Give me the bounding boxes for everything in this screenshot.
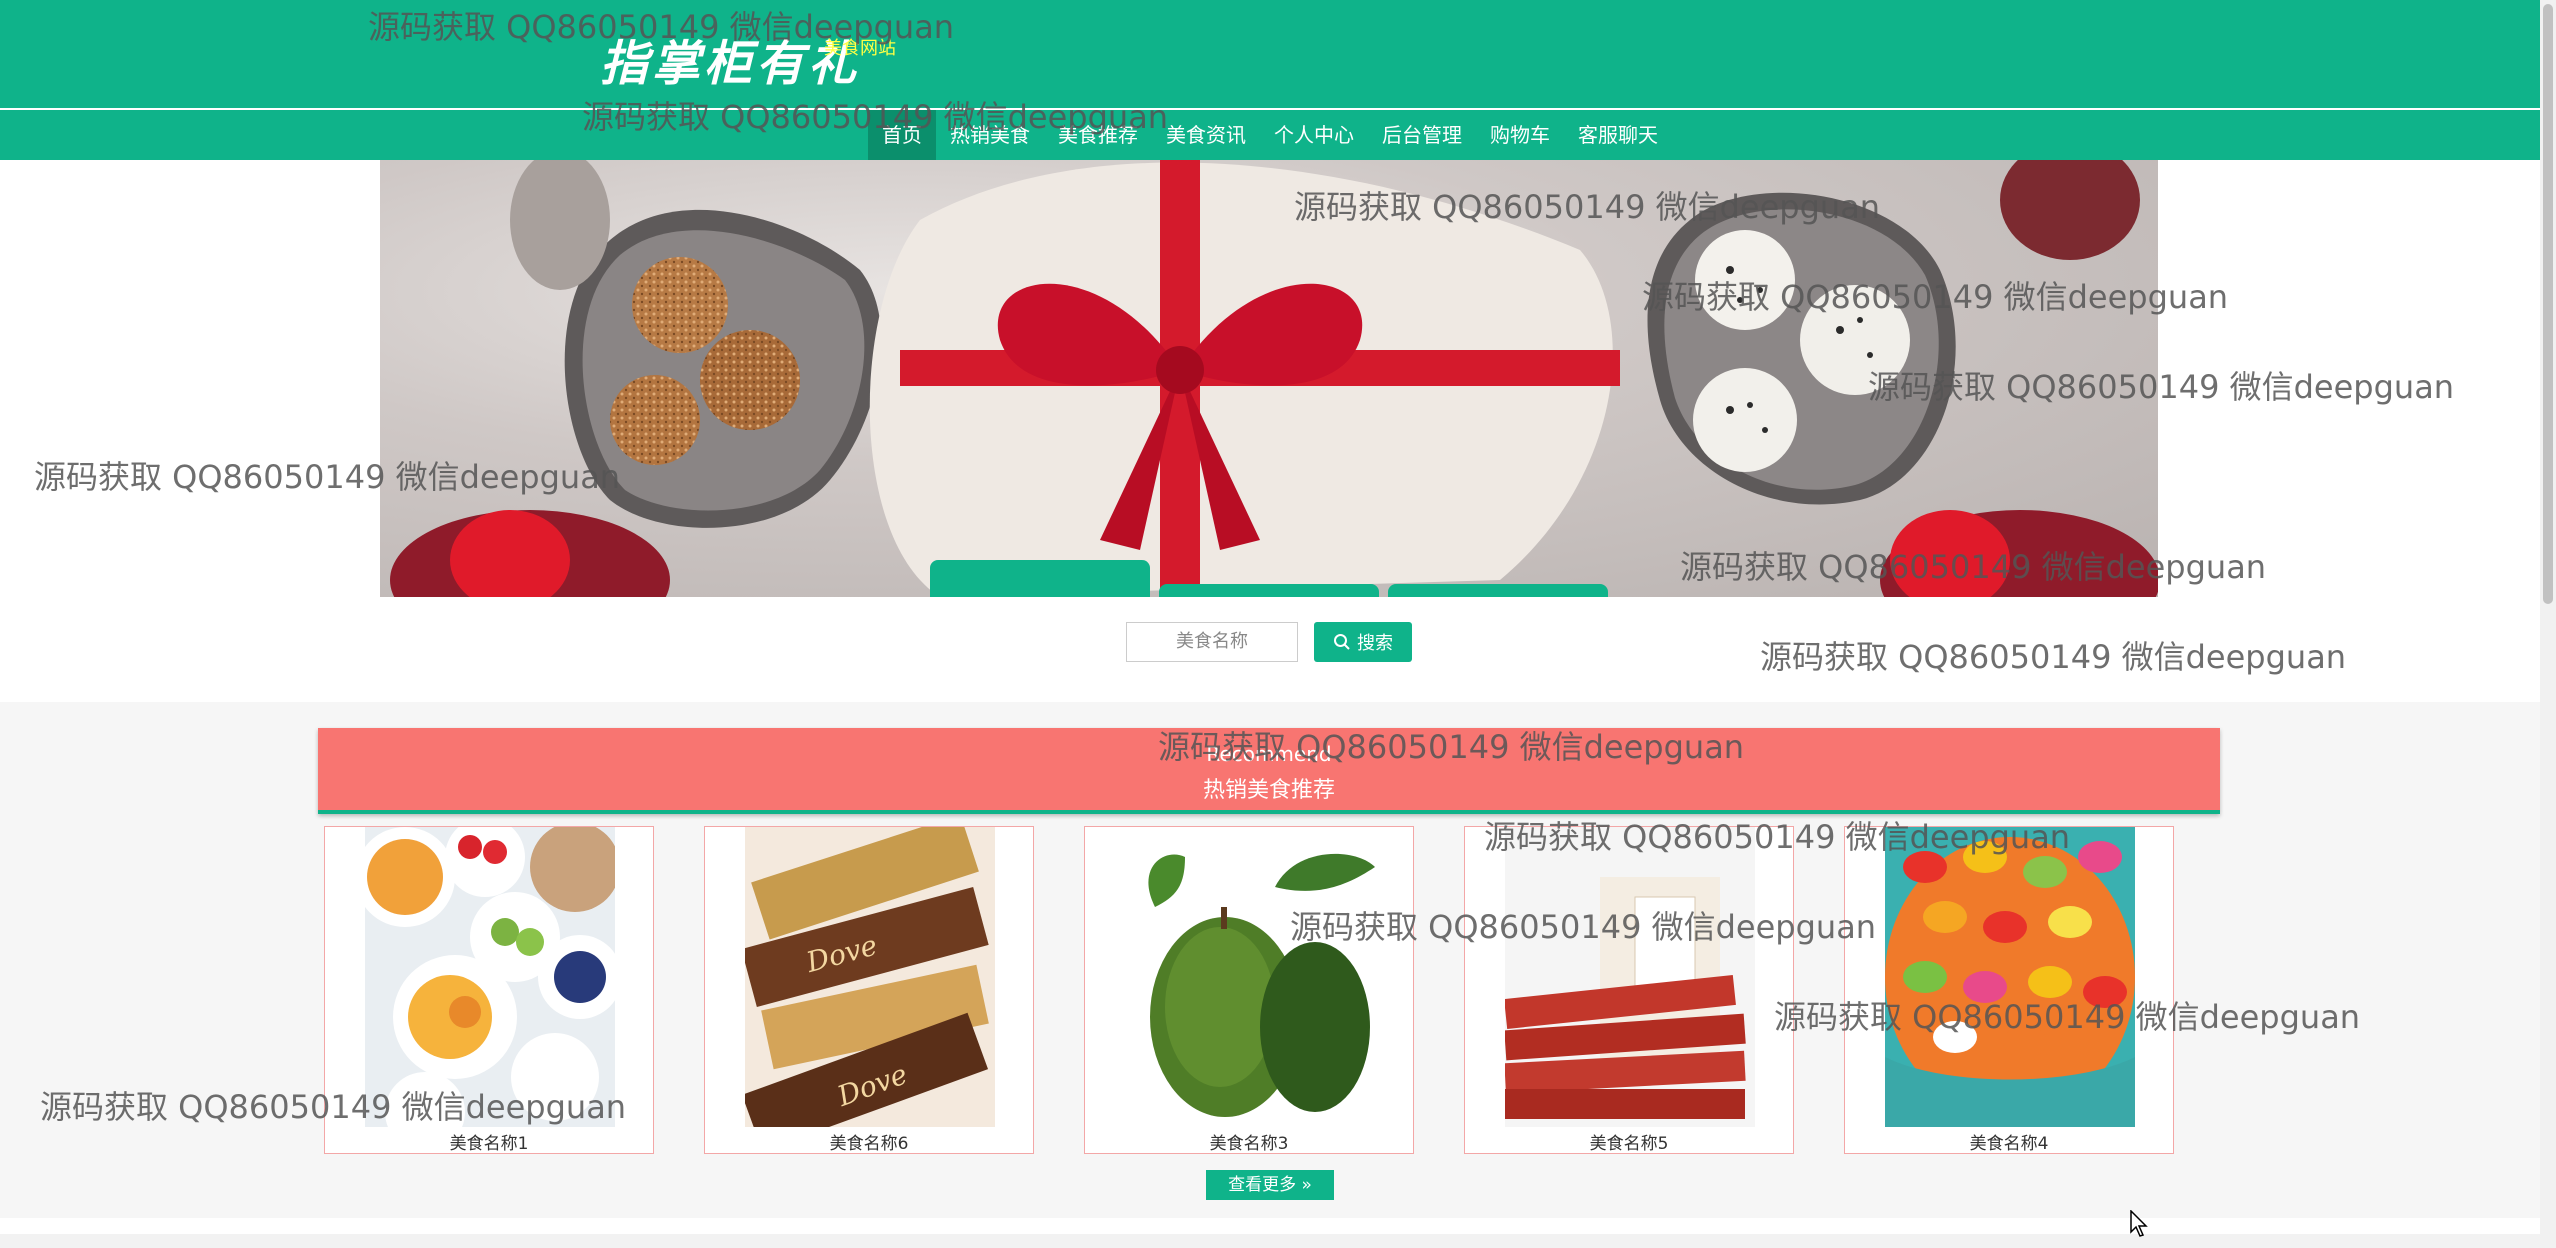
main-nav: 首页 热销美食 美食推荐 美食资讯 个人中心 后台管理 购物车 客服聊天	[868, 110, 1672, 160]
food-name: 美食名称3	[1209, 1134, 1289, 1154]
page-scrollbar[interactable]	[2540, 0, 2556, 1248]
food-image	[365, 827, 615, 1127]
food-image	[1125, 827, 1375, 1127]
food-card[interactable]: 美食名称5	[1464, 826, 1794, 1154]
nav-item-hot-food[interactable]: 热销美食	[936, 110, 1044, 160]
food-card[interactable]: 美食名称4	[1844, 826, 2174, 1154]
nav-item-profile[interactable]: 个人中心	[1260, 110, 1368, 160]
recommend-title-cn: 热销美食推荐	[1202, 778, 1335, 803]
nav-item-news[interactable]: 美食资讯	[1152, 110, 1260, 160]
food-name: 美食名称1	[449, 1134, 529, 1154]
site-logo[interactable]: 指掌柜有礼	[600, 24, 860, 94]
search-input[interactable]: 美食名称	[1126, 622, 1298, 662]
food-card[interactable]: 美食名称1	[324, 826, 654, 1154]
watermark-text: 源码获取 QQ86050149 微信deepguan	[1760, 638, 2347, 676]
search-icon	[1334, 634, 1350, 650]
banner-indicator-1[interactable]	[930, 560, 1150, 597]
nav-item-admin[interactable]: 后台管理	[1368, 110, 1476, 160]
recommend-title-en: Recommend	[1206, 742, 1332, 766]
double-chevron-right-icon: »	[1301, 1175, 1312, 1195]
food-image	[1505, 827, 1755, 1127]
food-name: 美食名称6	[829, 1134, 909, 1154]
food-image: Dove Dove	[745, 827, 995, 1127]
recommend-header: Recommend 热销美食推荐	[318, 728, 2220, 814]
food-image	[1885, 827, 2135, 1127]
view-more-label: 查看更多	[1228, 1175, 1297, 1195]
search-button-label: 搜索	[1357, 633, 1393, 654]
banner-indicator-2[interactable]	[1159, 584, 1379, 597]
nav-item-recommend[interactable]: 美食推荐	[1044, 110, 1152, 160]
food-name: 美食名称4	[1969, 1134, 2049, 1154]
next-section-edge	[0, 1234, 2540, 1248]
nav-item-cart[interactable]: 购物车	[1476, 110, 1564, 160]
hero-banner[interactable]	[380, 160, 2158, 597]
nav-item-chat[interactable]: 客服聊天	[1564, 110, 1672, 160]
top-header-bar	[0, 0, 2540, 108]
site-subtitle: 美食网站	[824, 38, 896, 59]
food-card[interactable]: 美食名称3	[1084, 826, 1414, 1154]
banner-image	[390, 160, 2158, 597]
scrollbar-thumb[interactable]	[2543, 4, 2553, 604]
banner-indicator-3[interactable]	[1388, 584, 1608, 597]
mouse-cursor-icon	[2130, 1210, 2148, 1237]
search-button[interactable]: 搜索	[1314, 622, 1412, 662]
food-name: 美食名称5	[1589, 1134, 1669, 1154]
view-more-button[interactable]: 查看更多 »	[1206, 1170, 1334, 1200]
food-card[interactable]: Dove Dove 美食名称6	[704, 826, 1034, 1154]
nav-item-home[interactable]: 首页	[868, 110, 936, 160]
